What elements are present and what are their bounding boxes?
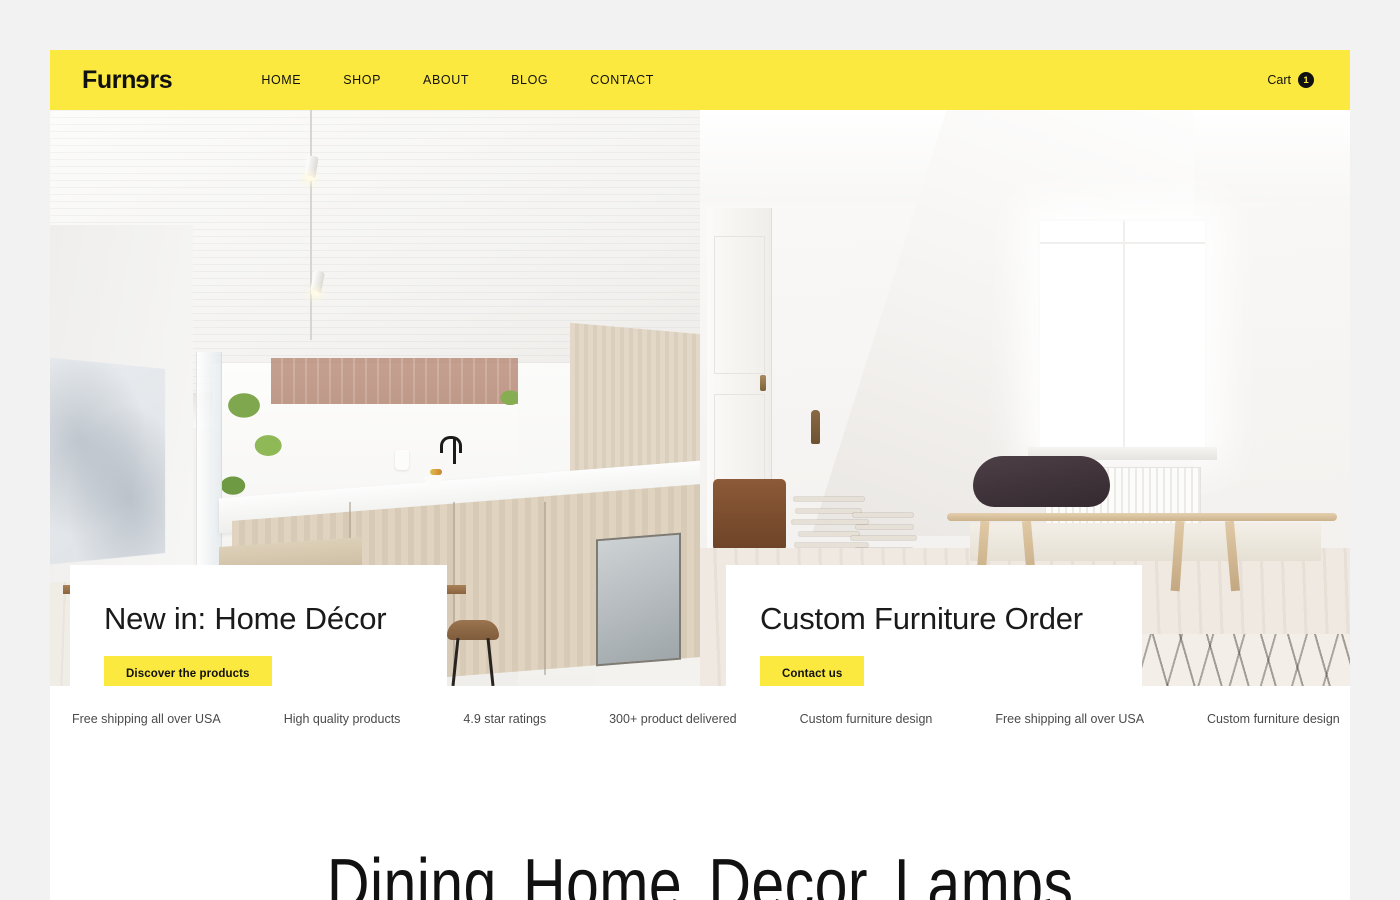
brand-logo-text-end: rs: [149, 65, 173, 94]
hero-card-custom-order: Custom Furniture Order Contact us: [726, 565, 1142, 686]
discover-products-button[interactable]: Discover the products: [104, 656, 272, 686]
categories-heading: Dining Home Decor Lamps: [314, 844, 1087, 900]
dark-pillow: [973, 455, 1110, 508]
faucet: [440, 436, 462, 465]
site-content: Furn e rs HOME SHOP ABOUT BLOG CONTACT Car…: [50, 50, 1350, 900]
oven: [596, 532, 681, 667]
categories-section: Dining Home Decor Lamps: [50, 752, 1350, 900]
cart-label: Cart: [1267, 73, 1291, 87]
ticker-item: Custom furniture design: [1207, 712, 1340, 726]
site-header: Furn e rs HOME SHOP ABOUT BLOG CONTACT Car…: [50, 50, 1350, 110]
hero-panel-home-decor[interactable]: New in: Home Décor Discover the products: [50, 110, 700, 686]
category-word-home[interactable]: Home: [510, 845, 695, 900]
brand-logo-reversed-e: e: [135, 65, 150, 94]
ticker-item: High quality products: [283, 712, 401, 726]
ticker-item: Free shipping all over USA: [995, 712, 1145, 726]
ticker-item: 4.9 star ratings: [463, 712, 547, 726]
nav-item-shop[interactable]: SHOP: [322, 73, 402, 87]
cart-button[interactable]: Cart 1: [1267, 72, 1314, 88]
ticker-item: Free shipping all over USA: [72, 712, 221, 726]
nav-item-blog[interactable]: BLOG: [490, 73, 569, 87]
category-word-lamps[interactable]: Lamps: [881, 845, 1086, 900]
benefits-ticker: Free shipping all over USA High quality …: [50, 686, 1350, 752]
ticker-track: Free shipping all over USA High quality …: [50, 712, 1350, 726]
hero-section: New in: Home Décor Discover the products: [50, 110, 1350, 686]
hero-title: Custom Furniture Order: [760, 601, 1083, 636]
page-root: Furn e rs HOME SHOP ABOUT BLOG CONTACT Car…: [0, 0, 1400, 900]
nav-item-about[interactable]: ABOUT: [402, 73, 490, 87]
ticker-item: 300+ product delivered: [609, 712, 737, 726]
wall-art: [50, 356, 165, 566]
ticker-item: Custom furniture design: [799, 712, 933, 726]
hero-title: New in: Home Décor: [104, 601, 387, 636]
nav-item-home[interactable]: HOME: [240, 73, 322, 87]
brand-logo-text: Furn: [82, 65, 136, 94]
main-nav: HOME SHOP ABOUT BLOG CONTACT: [240, 73, 675, 87]
window: [1038, 219, 1207, 450]
nav-item-contact[interactable]: CONTACT: [569, 73, 675, 87]
hero-card-home-decor: New in: Home Décor Discover the products: [70, 565, 447, 686]
door-handle-icon: [760, 374, 767, 391]
hero-panel-custom-order[interactable]: Custom Furniture Order Contact us: [700, 110, 1350, 686]
cart-count-badge: 1: [1298, 72, 1314, 88]
category-word-decor[interactable]: Decor: [695, 845, 881, 900]
brand-logo[interactable]: Furn e rs: [82, 65, 173, 95]
category-word-dining[interactable]: Dining: [314, 845, 510, 900]
contact-us-button[interactable]: Contact us: [760, 656, 865, 686]
